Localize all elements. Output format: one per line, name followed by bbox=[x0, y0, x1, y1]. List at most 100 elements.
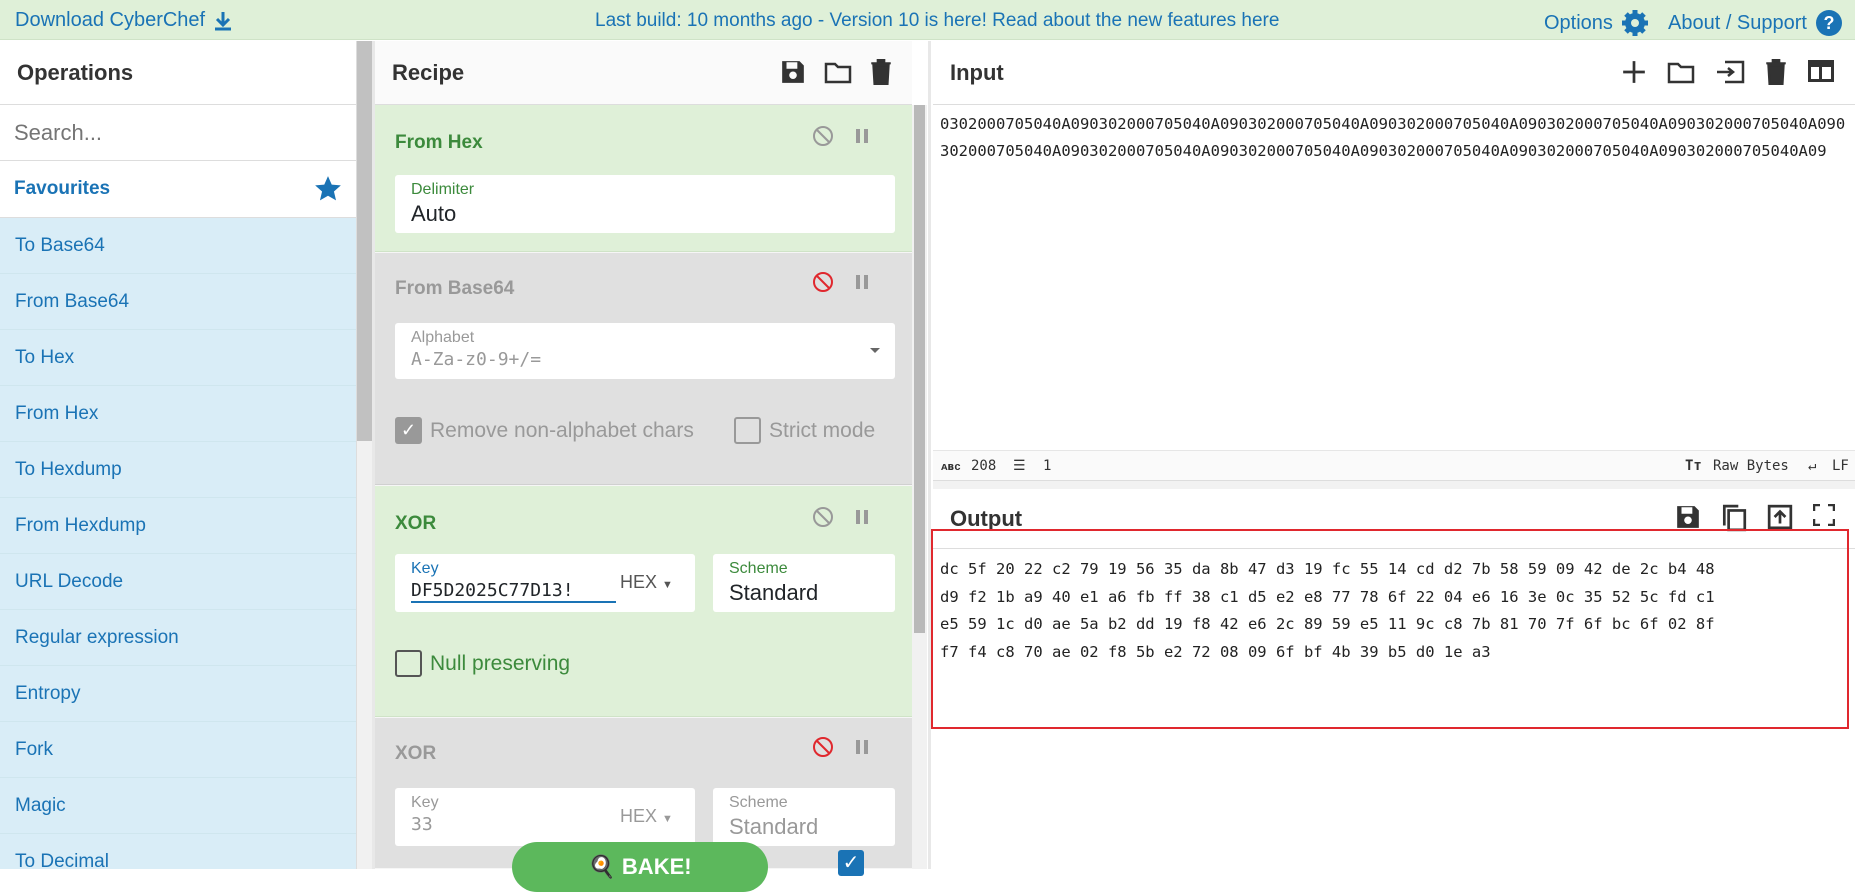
operation-item[interactable]: Fork bbox=[0, 722, 356, 778]
search-box[interactable] bbox=[0, 105, 356, 161]
operation-item[interactable]: Regular expression bbox=[0, 610, 356, 666]
scheme-select[interactable]: Scheme Standard bbox=[713, 554, 895, 612]
trash-icon[interactable] bbox=[870, 59, 892, 85]
auto-bake-checkbox[interactable]: ✓ bbox=[838, 850, 864, 876]
pause-icon[interactable] bbox=[854, 506, 870, 528]
scrollbar-thumb[interactable] bbox=[357, 41, 372, 441]
output-header: Output bbox=[933, 489, 1855, 549]
checkbox-label: Strict mode bbox=[769, 419, 875, 443]
field-label: Alphabet bbox=[411, 329, 879, 347]
release-banner[interactable]: Last build: 10 months ago - Version 10 i… bbox=[595, 10, 1279, 32]
favourites-category[interactable]: Favourites bbox=[0, 161, 356, 218]
download-link[interactable]: Download CyberChef bbox=[15, 9, 233, 32]
trash-icon[interactable] bbox=[1765, 59, 1787, 85]
recipe-op-xor[interactable]: XOR Key DF5D2025C77D13! HEX ▼ Scheme Sta… bbox=[375, 486, 912, 717]
search-input[interactable] bbox=[14, 120, 342, 146]
operation-item[interactable]: To Base64 bbox=[0, 218, 356, 274]
alphabet-select[interactable]: Alphabet A-Za-z0-9+/= bbox=[395, 323, 895, 379]
key-type-label: HEX bbox=[620, 572, 657, 592]
caret-down-icon: ▼ bbox=[662, 813, 673, 825]
field-label: Scheme bbox=[729, 794, 879, 812]
download-icon bbox=[213, 10, 233, 32]
key-type-dropdown[interactable]: HEX ▼ bbox=[620, 806, 673, 827]
io-divider[interactable] bbox=[933, 481, 1855, 489]
key-input[interactable]: DF5D2025C77D13! bbox=[411, 580, 616, 603]
input-textarea[interactable]: 0302000705040A090302000705040A0903020007… bbox=[940, 111, 1846, 165]
recipe-scrollbar[interactable] bbox=[912, 105, 927, 869]
checkbox-label: Null preserving bbox=[430, 652, 570, 676]
output-text[interactable]: dc 5f 20 22 c2 79 19 56 35 da 8b 47 d3 1… bbox=[940, 556, 1846, 666]
operation-item[interactable]: To Hex bbox=[0, 330, 356, 386]
text-encoding-icon: Tт bbox=[1685, 458, 1702, 474]
op-title: XOR bbox=[395, 743, 436, 765]
key-type-dropdown[interactable]: HEX ▼ bbox=[620, 572, 673, 593]
line-count: 1 bbox=[1043, 458, 1051, 474]
about-support-button[interactable]: About / Support ? bbox=[1668, 9, 1843, 37]
operations-panel: Operations Favourites To Base64 From Bas… bbox=[0, 41, 357, 869]
layout-icon[interactable] bbox=[1807, 59, 1835, 83]
output-title: Output bbox=[950, 506, 1022, 532]
input-title: Input bbox=[950, 60, 1004, 86]
checkbox-unchecked[interactable] bbox=[395, 650, 422, 677]
operation-item[interactable]: From Hex bbox=[0, 386, 356, 442]
remove-non-alphabet-checkbox[interactable]: ✓ Remove non-alphabet chars bbox=[395, 417, 694, 444]
encoding-selector[interactable]: Raw Bytes bbox=[1713, 458, 1789, 474]
disable-icon[interactable] bbox=[812, 506, 834, 528]
input-status-bar: ᴀʙᴄ 208 ☰ 1 Tт Raw Bytes ↵ LF bbox=[933, 450, 1855, 481]
disable-icon[interactable] bbox=[812, 736, 834, 758]
save-icon[interactable] bbox=[1675, 504, 1701, 530]
strict-mode-checkbox[interactable]: Strict mode bbox=[734, 417, 875, 444]
operation-item[interactable]: From Base64 bbox=[0, 274, 356, 330]
replace-input-icon[interactable] bbox=[1767, 504, 1793, 530]
eol-selector[interactable]: LF bbox=[1832, 458, 1849, 474]
folder-icon[interactable] bbox=[1667, 59, 1695, 85]
lines-icon: ☰ bbox=[1013, 458, 1026, 474]
save-icon[interactable] bbox=[780, 59, 806, 85]
plus-icon[interactable] bbox=[1621, 59, 1647, 85]
return-icon: ↵ bbox=[1808, 458, 1816, 474]
copy-icon[interactable] bbox=[1721, 504, 1747, 532]
key-field[interactable]: Key 33 HEX ▼ bbox=[395, 788, 695, 846]
recipe-op-from-hex[interactable]: From Hex Delimiter Auto bbox=[375, 105, 912, 252]
gear-icon bbox=[1621, 9, 1649, 37]
svg-text:?: ? bbox=[1823, 13, 1834, 33]
field-value: Standard bbox=[729, 580, 879, 606]
pause-icon[interactable] bbox=[854, 736, 870, 758]
folder-icon[interactable] bbox=[824, 59, 852, 85]
operation-item[interactable]: Magic bbox=[0, 778, 356, 834]
scrollbar-thumb[interactable] bbox=[914, 105, 925, 633]
recipe-header: Recipe bbox=[375, 41, 912, 105]
recipe-panel: Recipe From Hex Delimiter Auto From Base… bbox=[375, 41, 912, 869]
operation-item[interactable]: From Hexdump bbox=[0, 498, 356, 554]
field-value: Auto bbox=[411, 201, 879, 227]
download-label: Download CyberChef bbox=[15, 9, 205, 32]
disable-icon[interactable] bbox=[812, 271, 834, 293]
operations-title: Operations bbox=[0, 41, 356, 105]
field-label: Delimiter bbox=[411, 181, 879, 199]
operations-scrollbar[interactable] bbox=[357, 41, 372, 869]
fullscreen-icon[interactable] bbox=[1813, 504, 1835, 526]
favourites-label: Favourites bbox=[14, 178, 110, 200]
options-button[interactable]: Options bbox=[1544, 9, 1649, 37]
open-file-icon[interactable] bbox=[1715, 59, 1745, 85]
char-count: 208 bbox=[971, 458, 996, 474]
scheme-select[interactable]: Scheme Standard bbox=[713, 788, 895, 846]
operation-item[interactable]: To Hexdump bbox=[0, 442, 356, 498]
checkbox-checked[interactable]: ✓ bbox=[395, 417, 422, 444]
help-icon: ? bbox=[1815, 9, 1843, 37]
input-panel: Input 0302000705040A090302000705040A0903… bbox=[933, 41, 1855, 450]
operation-item[interactable]: URL Decode bbox=[0, 554, 356, 610]
null-preserving-checkbox[interactable]: Null preserving bbox=[395, 650, 570, 677]
bake-button[interactable]: 🍳 BAKE! bbox=[512, 842, 768, 892]
about-label: About / Support bbox=[1668, 12, 1807, 35]
panel-divider[interactable] bbox=[928, 41, 931, 869]
pause-icon[interactable] bbox=[854, 271, 870, 293]
pause-icon[interactable] bbox=[854, 125, 870, 147]
disable-icon[interactable] bbox=[812, 125, 834, 147]
key-field[interactable]: Key DF5D2025C77D13! HEX ▼ bbox=[395, 554, 695, 612]
recipe-op-from-base64[interactable]: From Base64 Alphabet A-Za-z0-9+/= ✓ Remo… bbox=[375, 253, 912, 485]
delimiter-select[interactable]: Delimiter Auto bbox=[395, 175, 895, 233]
operation-item[interactable]: To Decimal bbox=[0, 834, 356, 869]
operation-item[interactable]: Entropy bbox=[0, 666, 356, 722]
checkbox-unchecked[interactable] bbox=[734, 417, 761, 444]
